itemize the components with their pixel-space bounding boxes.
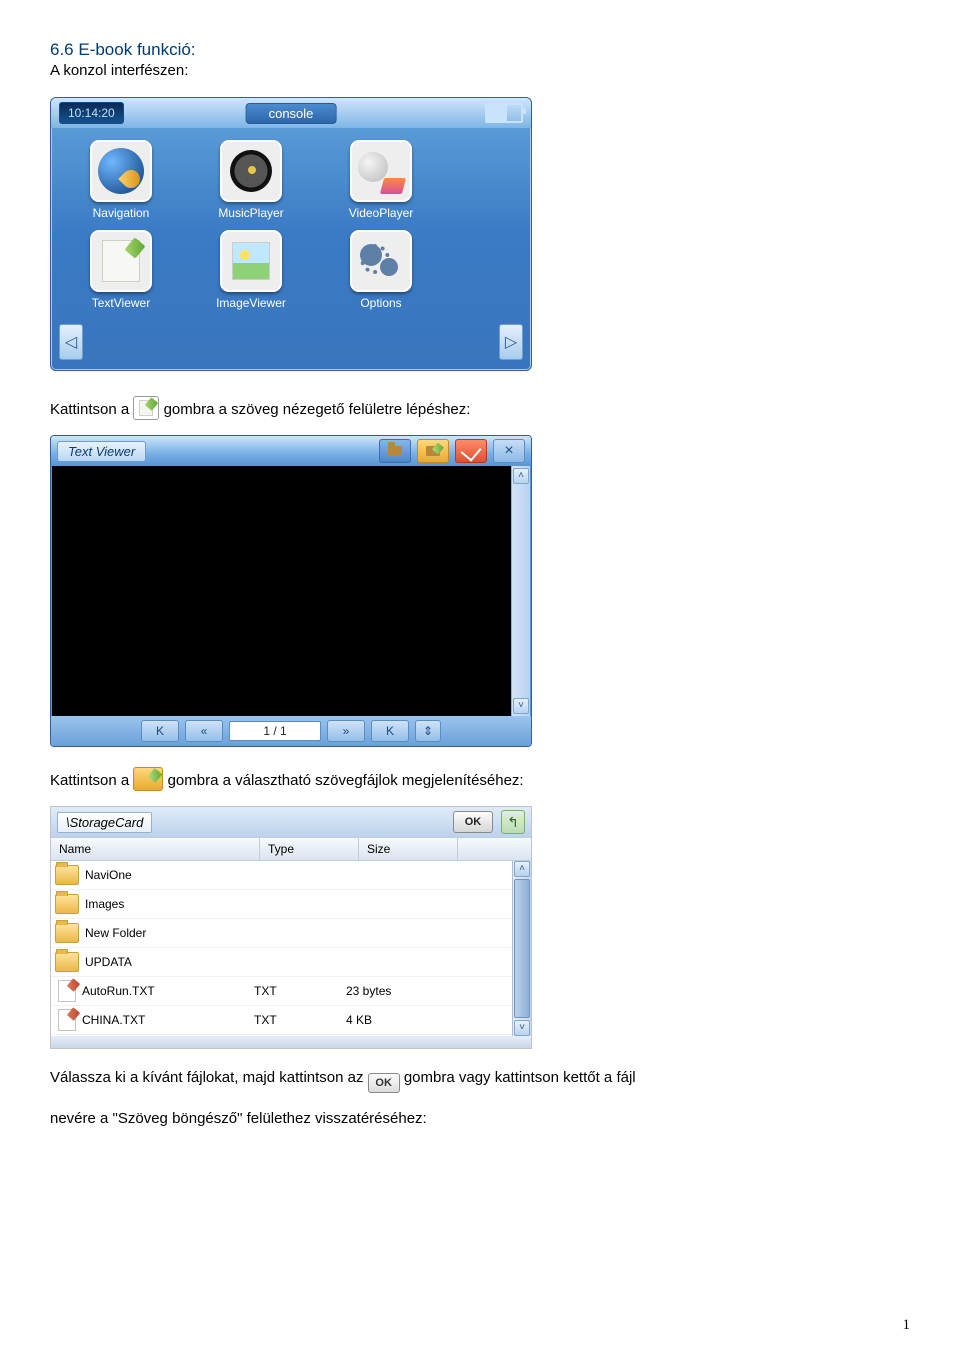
app-label: VideoPlayer bbox=[331, 206, 431, 220]
image-icon bbox=[220, 230, 282, 292]
up-folder-button[interactable]: ↰ bbox=[501, 810, 525, 834]
file-name: CHINA.TXT bbox=[82, 1013, 252, 1027]
file-name: Images bbox=[85, 897, 255, 911]
console-titlebar: 10:14:20 console bbox=[51, 98, 531, 128]
window-title: Text Viewer bbox=[57, 441, 146, 462]
textviewer-titlebar: Text Viewer × bbox=[51, 436, 531, 466]
app-textviewer[interactable]: TextViewer bbox=[71, 230, 171, 310]
folder-icon bbox=[55, 894, 79, 914]
file-name: New Folder bbox=[85, 926, 255, 940]
page-indicator: 1 / 1 bbox=[229, 721, 321, 741]
page-number: 1 bbox=[903, 1317, 911, 1334]
scroll-down-icon[interactable]: ˅ bbox=[513, 698, 529, 714]
file-icon bbox=[58, 1009, 76, 1031]
file-row[interactable]: AutoRun.TXTTXT23 bytes bbox=[51, 977, 531, 1006]
scroll-down-icon[interactable]: ˅ bbox=[514, 1020, 530, 1036]
app-label: ImageViewer bbox=[201, 296, 301, 310]
file-browser-window: \StorageCard OK ↰ Name Type Size NaviOne… bbox=[50, 806, 532, 1049]
disc-icon bbox=[220, 140, 282, 202]
file-icon bbox=[58, 980, 76, 1002]
last-page-button[interactable]: K bbox=[371, 720, 409, 742]
battery-icon bbox=[485, 103, 523, 123]
text-content-area: ˄ ˅ bbox=[51, 466, 531, 716]
app-label: Options bbox=[331, 296, 431, 310]
textviewer-navbar: K « 1 / 1 » K ⇕ bbox=[51, 716, 531, 746]
file-size: 23 bytes bbox=[344, 984, 436, 998]
file-list: NaviOne Images New Folder UPDATA AutoRun.TXT… bbox=[51, 861, 531, 1036]
next-page-button[interactable]: » bbox=[327, 720, 365, 742]
film-icon bbox=[350, 140, 412, 202]
app-imageviewer[interactable]: ImageViewer bbox=[201, 230, 301, 310]
scrollbar[interactable]: ˄ ˅ bbox=[512, 861, 531, 1036]
col-size[interactable]: Size bbox=[359, 838, 458, 860]
text-icon bbox=[90, 230, 152, 292]
col-name[interactable]: Name bbox=[51, 838, 260, 860]
instruction-2: Kattintson a gombra a választható szöveg… bbox=[50, 767, 910, 791]
file-name: NaviOne bbox=[85, 868, 255, 882]
folder-icon bbox=[55, 865, 79, 885]
app-navigation[interactable]: Navigation bbox=[71, 140, 171, 220]
ok-icon: OK bbox=[368, 1073, 400, 1093]
scroll-thumb[interactable] bbox=[514, 879, 530, 1018]
path-display: \StorageCard bbox=[57, 812, 152, 833]
app-label: TextViewer bbox=[71, 296, 171, 310]
browse-button[interactable] bbox=[417, 439, 449, 463]
open-folder-button[interactable] bbox=[379, 439, 411, 463]
section-title: 6.6 E-book funkció: bbox=[50, 40, 910, 60]
prev-page-button[interactable]: « bbox=[185, 720, 223, 742]
scroll-up-icon[interactable]: ˄ bbox=[514, 861, 530, 877]
bookmark-button[interactable] bbox=[455, 439, 487, 463]
file-browser-toolbar: \StorageCard OK ↰ bbox=[51, 807, 531, 837]
page-left-button[interactable]: ◁ bbox=[59, 324, 83, 360]
gear-icon bbox=[350, 230, 412, 292]
app-videoplayer[interactable]: VideoPlayer bbox=[331, 140, 431, 220]
file-type: TXT bbox=[252, 1013, 344, 1027]
textviewer-window: Text Viewer × ˄ ˅ K « 1 / 1 » K ⇕ bbox=[50, 435, 532, 747]
instruction-3: Válassza ki a kívánt fájlokat, majd katt… bbox=[50, 1069, 910, 1127]
instruction-1: Kattintson a gombra a szöveg nézegető fe… bbox=[50, 396, 910, 420]
file-size: 4 KB bbox=[344, 1013, 436, 1027]
console-window: 10:14:20 console Navigation MusicPlayer … bbox=[50, 97, 532, 371]
folder-icon bbox=[55, 952, 79, 972]
app-grid: Navigation MusicPlayer VideoPlayer TextV… bbox=[71, 140, 431, 310]
ok-button[interactable]: OK bbox=[453, 811, 493, 833]
globe-icon bbox=[90, 140, 152, 202]
col-type[interactable]: Type bbox=[260, 838, 359, 860]
section-subtitle: A konzol interfészen: bbox=[50, 62, 910, 79]
statusbar bbox=[51, 1036, 531, 1048]
clock: 10:14:20 bbox=[59, 102, 124, 124]
file-row[interactable]: CHINA.TXTTXT4 KB bbox=[51, 1006, 531, 1035]
scroll-up-icon[interactable]: ˄ bbox=[513, 468, 529, 484]
app-label: Navigation bbox=[71, 206, 171, 220]
scrollbar[interactable]: ˄ ˅ bbox=[511, 466, 530, 716]
close-button[interactable]: × bbox=[493, 439, 525, 463]
file-row[interactable]: NaviOne bbox=[51, 861, 531, 890]
textviewer-icon bbox=[133, 396, 159, 420]
browse-folder-icon bbox=[133, 767, 163, 791]
page-right-button[interactable]: ▷ bbox=[499, 324, 523, 360]
window-title: console bbox=[246, 103, 337, 124]
line-scroll-button[interactable]: ⇕ bbox=[415, 720, 441, 742]
column-headers: Name Type Size bbox=[51, 837, 531, 861]
file-name: AutoRun.TXT bbox=[82, 984, 252, 998]
folder-icon bbox=[55, 923, 79, 943]
app-label: MusicPlayer bbox=[201, 206, 301, 220]
file-row[interactable]: UPDATA bbox=[51, 948, 531, 977]
file-row[interactable]: New Folder bbox=[51, 919, 531, 948]
file-row[interactable]: Images bbox=[51, 890, 531, 919]
app-options[interactable]: Options bbox=[331, 230, 431, 310]
app-musicplayer[interactable]: MusicPlayer bbox=[201, 140, 301, 220]
file-name: UPDATA bbox=[85, 955, 255, 969]
first-page-button[interactable]: K bbox=[141, 720, 179, 742]
file-type: TXT bbox=[252, 984, 344, 998]
